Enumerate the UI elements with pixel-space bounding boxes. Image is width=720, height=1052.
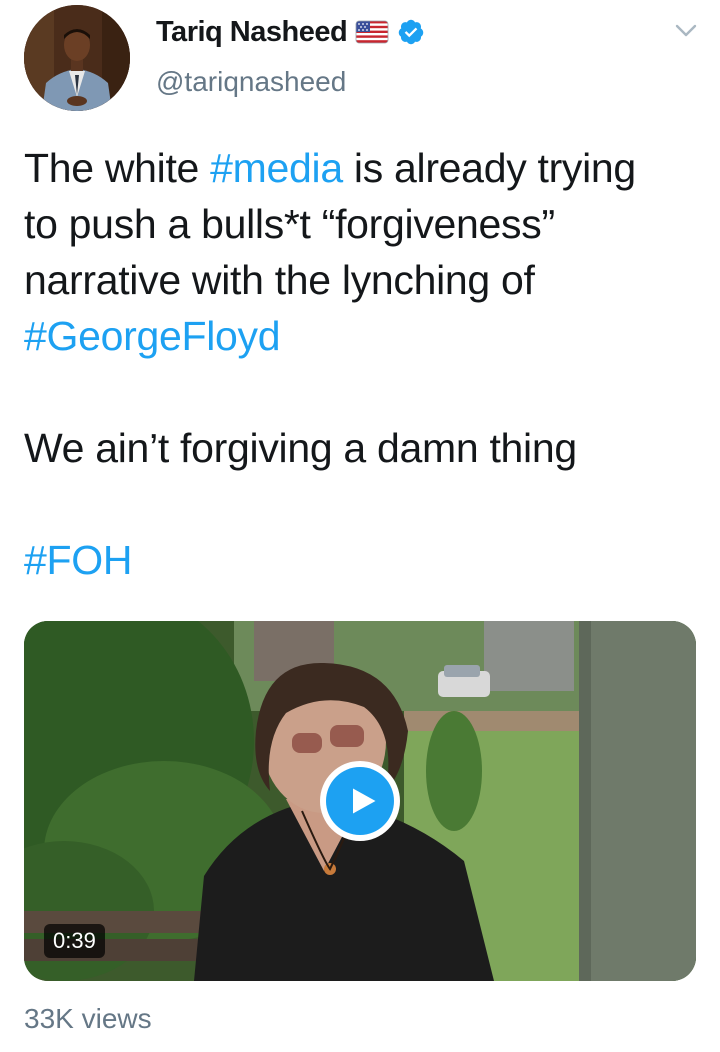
play-icon: [352, 788, 375, 814]
tweet-text-segment: to push a bulls*t “forgiveness”: [24, 201, 555, 247]
play-button[interactable]: [320, 761, 400, 841]
verified-badge-icon: [398, 19, 424, 45]
tweet-text-line: to push a bulls*t “forgiveness”: [24, 196, 704, 252]
hashtag-link[interactable]: #GeorgeFloyd: [24, 313, 281, 359]
tweet: Tariq Nasheed @tariqnasheed The white #m…: [0, 0, 720, 1052]
tweet-text-line: narrative with the lynching of: [24, 252, 704, 308]
tweet-text-line: We ain’t forgiving a damn thing: [24, 420, 704, 476]
tweet-text-segment: narrative with the lynching of: [24, 257, 535, 303]
avatar[interactable]: [24, 5, 130, 111]
hashtag-link[interactable]: #FOH: [24, 537, 132, 583]
video-duration-badge: 0:39: [44, 924, 105, 958]
video-player[interactable]: 0:39: [24, 621, 696, 981]
tweet-text-segment: is already trying: [342, 145, 636, 191]
tweet-text-line: #GeorgeFloyd: [24, 308, 704, 364]
view-count: 33K views: [24, 1003, 152, 1034]
tweet-text-line: The white #media is already trying: [24, 140, 704, 196]
tweet-text: The white #media is already trying to pus…: [24, 140, 704, 588]
display-name[interactable]: Tariq Nasheed: [156, 16, 348, 49]
tweet-text-segment: The white: [24, 145, 211, 191]
hashtag-link[interactable]: #media: [210, 145, 343, 191]
tweet-text-segment: We ain’t forgiving a damn thing: [24, 425, 577, 471]
us-flag-icon: [355, 20, 389, 44]
author-name-row[interactable]: Tariq Nasheed: [156, 12, 425, 52]
chevron-down-icon[interactable]: [672, 20, 700, 42]
user-handle[interactable]: @tariqnasheed: [156, 66, 346, 98]
tweet-text-line: #FOH: [24, 532, 704, 588]
play-icon-background: [326, 767, 394, 835]
